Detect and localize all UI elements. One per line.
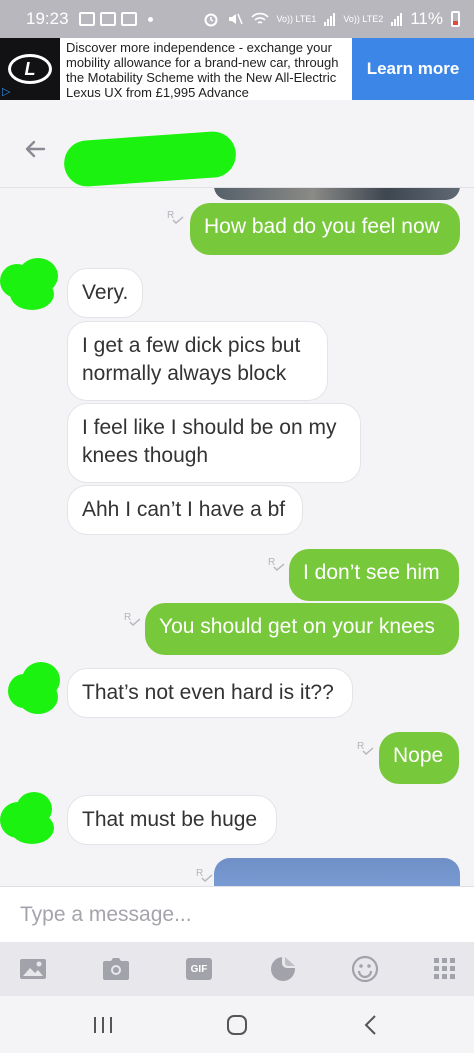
contact-name-redacted	[62, 130, 238, 188]
home-icon[interactable]	[222, 1010, 252, 1040]
ad-text: Discover more independence - exchange yo…	[66, 40, 339, 100]
ad-choices-icon[interactable]: ▷	[2, 86, 14, 98]
read-receipt-icon: R	[268, 557, 286, 573]
sim2-label: Vo)) LTE2	[343, 13, 384, 24]
notification-icons	[78, 12, 153, 26]
avatar	[0, 792, 60, 844]
message-bubble-outgoing[interactable]: Nope	[379, 732, 459, 784]
system-nav-bar	[0, 996, 474, 1053]
message-bubble-outgoing[interactable]: How bad do you feel now	[190, 203, 460, 255]
message-bubble-outgoing[interactable]: I don’t see him	[289, 549, 459, 601]
image-message[interactable]	[214, 188, 460, 200]
avatar	[0, 258, 60, 310]
battery-percent: 11%	[410, 9, 443, 28]
message-bubble-incoming[interactable]: Very.	[67, 268, 143, 318]
alarm-icon	[204, 13, 218, 27]
battery-icon	[451, 11, 460, 27]
emoji-icon[interactable]	[350, 954, 380, 984]
camera-icon[interactable]	[101, 954, 131, 984]
gif-icon[interactable]: GIF	[184, 954, 214, 984]
face-notification-icon	[120, 12, 137, 26]
message-bubble-incoming[interactable]: That must be huge	[67, 795, 277, 845]
gallery-notification-icon	[78, 12, 95, 26]
wifi-icon	[250, 12, 269, 24]
attachment-toolbar: GIF	[0, 942, 474, 996]
message-list[interactable]: R How bad do you feel now Very. I get a …	[0, 188, 474, 886]
sim2-signal-icon	[391, 12, 403, 26]
gif-label: GIF	[186, 958, 212, 980]
message-bubble-incoming[interactable]: I feel like I should be on my knees thou…	[67, 403, 361, 483]
arrow-left-icon[interactable]	[20, 134, 50, 164]
back-icon[interactable]	[356, 1010, 386, 1040]
recents-icon[interactable]	[88, 1010, 118, 1040]
read-receipt-icon: R	[196, 868, 214, 884]
message-bubble-incoming[interactable]: That’s not even hard is it??	[67, 668, 353, 718]
more-notifications-icon	[147, 16, 153, 22]
learn-more-button[interactable]: Learn more	[352, 38, 474, 100]
avatar	[8, 662, 68, 714]
message-input[interactable]	[20, 900, 450, 930]
card-notification-icon	[99, 12, 116, 26]
read-receipt-icon: R	[167, 210, 185, 226]
system-icons: Vo)) LTE1 Vo)) LTE2 11%	[203, 9, 460, 29]
sim1-signal-icon	[324, 12, 336, 26]
message-bubble-outgoing[interactable]: You should get on your knees	[145, 603, 459, 655]
image-message[interactable]	[214, 858, 460, 886]
compose-bar	[0, 886, 474, 942]
chat-header	[0, 112, 474, 188]
ad-banner[interactable]: L ▷ Discover more independence - exchang…	[0, 38, 474, 100]
image-icon[interactable]	[18, 954, 48, 984]
read-receipt-icon: R	[124, 612, 142, 628]
grid-icon[interactable]	[430, 954, 460, 984]
mute-icon	[228, 13, 243, 25]
status-bar: 19:23 Vo)) LTE1 Vo)) LTE2 11%	[0, 0, 474, 38]
lexus-logo: L ▷	[0, 38, 60, 100]
status-time: 19:23	[26, 9, 69, 28]
read-receipt-icon: R	[357, 741, 375, 757]
screen: 19:23 Vo)) LTE1 Vo)) LTE2 11% L ▷ Discov…	[0, 0, 474, 1053]
sim1-label: Vo)) LTE1	[276, 13, 317, 24]
message-bubble-incoming[interactable]: I get a few dick pics but normally alway…	[67, 321, 328, 401]
message-bubble-incoming[interactable]: Ahh I can’t I have a bf	[67, 485, 303, 535]
sticker-icon[interactable]	[268, 954, 298, 984]
